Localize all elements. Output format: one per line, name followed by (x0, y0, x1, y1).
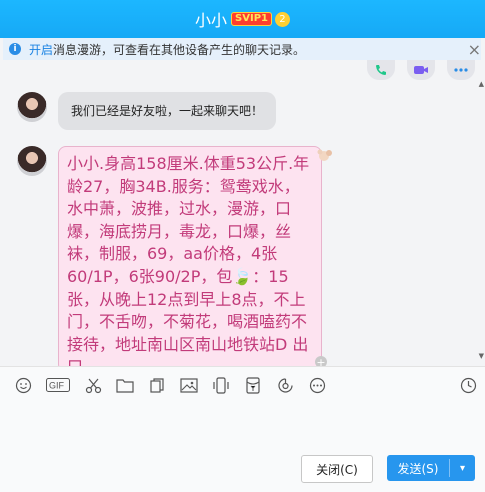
info-icon: i (9, 43, 21, 55)
contact-avatar[interactable] (17, 146, 47, 176)
send-options-chevron-down-icon[interactable]: ▾ (450, 463, 475, 474)
close-button[interactable]: 关闭(C) (301, 455, 373, 483)
chat-scrollbar[interactable]: ▲ ▼ (479, 80, 485, 360)
call-toolbar (367, 60, 475, 80)
files-icon[interactable] (148, 376, 166, 394)
enable-roaming-link[interactable]: 开启 (29, 41, 53, 58)
message-input-area[interactable]: GIF 关闭(C) 发送(S) ▾ (0, 366, 485, 492)
gif-icon[interactable]: GIF (46, 376, 70, 394)
video-call-icon[interactable] (407, 60, 435, 80)
flower-decoration-icon (317, 149, 332, 161)
folder-icon[interactable] (116, 376, 134, 394)
scroll-up-icon[interactable]: ▲ (479, 80, 484, 88)
voice-call-icon[interactable] (367, 60, 395, 80)
message-bubble[interactable]: 小小.身高158厘米.体重53公斤.年龄27，胸34B.服务：鸳鸯戏水，水中萧，… (58, 146, 322, 366)
input-toolbar: GIF (14, 376, 326, 394)
plus-icon[interactable]: + (315, 356, 327, 366)
shake-window-icon[interactable] (212, 376, 230, 394)
svg-text:GIF: GIF (49, 381, 65, 391)
more-apps-icon[interactable] (447, 60, 475, 80)
title-bar: 小小 SVIP1 2 (0, 0, 485, 38)
roaming-notice-bar: i 开启 消息漫游，可查看在其他设备产生的聊天记录。 × (3, 38, 481, 60)
level-badge[interactable]: 2 (274, 11, 290, 27)
send-button[interactable]: 发送(S) ▾ (387, 455, 475, 481)
scroll-down-icon[interactable]: ▼ (479, 352, 484, 360)
emoji-icon[interactable] (14, 376, 32, 394)
red-packet-icon[interactable] (244, 376, 262, 394)
svip-badge[interactable]: SVIP1 (231, 12, 272, 26)
voice-message-icon[interactable] (276, 376, 294, 394)
contact-avatar[interactable] (17, 92, 47, 122)
message-bubble[interactable]: 我们已经是好友啦，一起来聊天吧！ (58, 92, 277, 130)
chat-history[interactable]: 我们已经是好友啦，一起来聊天吧！ 小小.身高158厘米.体重53公斤.年龄27，… (0, 60, 485, 366)
screenshot-scissors-icon[interactable] (84, 376, 102, 394)
message-history-clock-icon[interactable] (459, 376, 477, 394)
notice-close-icon[interactable]: × (468, 40, 481, 59)
image-icon[interactable] (180, 376, 198, 394)
contact-name[interactable]: 小小 (195, 7, 227, 31)
send-button-label[interactable]: 发送(S) (387, 460, 449, 477)
notice-text: 消息漫游，可查看在其他设备产生的聊天记录。 (53, 42, 306, 57)
more-options-icon[interactable] (308, 376, 326, 394)
